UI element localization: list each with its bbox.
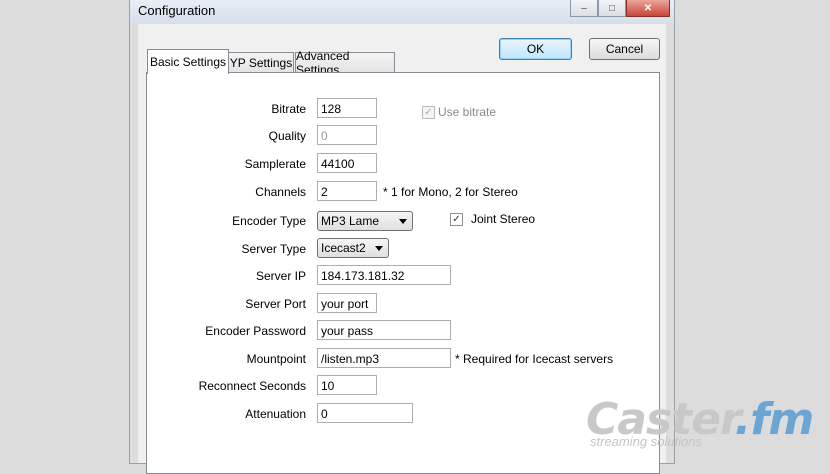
encoder-type-select[interactable]: MP3 Lame (317, 211, 413, 231)
samplerate-label: Samplerate (244, 157, 306, 171)
tab-advanced-settings[interactable]: Advanced Settings (295, 49, 395, 77)
encoder-password-input[interactable]: your pass (317, 320, 451, 340)
use-bitrate-label: Use bitrate (438, 105, 497, 119)
ok-button[interactable]: OK (499, 38, 572, 60)
attenuation-label: Attenuation (245, 407, 306, 421)
joint-stereo-checkbox[interactable]: ✓ (450, 213, 463, 226)
channels-label: Channels (255, 185, 306, 199)
encoder-type-value: MP3 Lame (321, 214, 380, 228)
attenuation-input[interactable]: 0 (317, 403, 413, 423)
tab-basic-settings[interactable]: Basic Settings (147, 49, 229, 74)
logo-tagline: streaming solutions (590, 434, 702, 449)
server-type-label: Server Type (241, 242, 306, 256)
quality-input[interactable]: 0 (317, 125, 377, 145)
title-bar[interactable]: Configuration – □ ✕ (130, 0, 674, 24)
server-type-select[interactable]: Icecast2 (317, 238, 389, 258)
encoder-password-label: Encoder Password (205, 324, 306, 338)
basic-settings-panel: Bitrate 128 ✓ Use bitrate Quality 0 Samp… (146, 72, 660, 474)
channels-note: * 1 for Mono, 2 for Stereo (383, 185, 518, 199)
chevron-down-icon (375, 246, 383, 251)
use-bitrate-checkbox[interactable]: ✓ (422, 106, 435, 119)
server-port-input[interactable]: your port (317, 293, 377, 313)
mountpoint-note: * Required for Icecast servers (455, 352, 614, 366)
maximize-button[interactable]: □ (598, 0, 626, 17)
server-port-label: Server Port (245, 297, 306, 311)
bitrate-label: Bitrate (271, 102, 306, 116)
minimize-button[interactable]: – (570, 0, 598, 17)
encoder-type-label: Encoder Type (232, 214, 306, 228)
mountpoint-input[interactable]: /listen.mp3 (317, 348, 451, 368)
server-ip-label: Server IP (255, 269, 306, 283)
caster-fm-logo: Caster.fm streaming solutions (586, 394, 826, 454)
server-type-value: Icecast2 (321, 241, 366, 255)
tab-yp-settings[interactable]: YP Settings (228, 52, 294, 73)
reconnect-seconds-label: Reconnect Seconds (198, 379, 306, 393)
channels-input[interactable]: 2 (317, 181, 377, 201)
bitrate-input[interactable]: 128 (317, 98, 377, 118)
cancel-button[interactable]: Cancel (589, 38, 660, 60)
quality-label: Quality (268, 129, 306, 143)
reconnect-seconds-input[interactable]: 10 (317, 375, 377, 395)
server-ip-input[interactable]: 184.173.181.32 (317, 265, 451, 285)
samplerate-input[interactable]: 44100 (317, 153, 377, 173)
joint-stereo-label: Joint Stereo (471, 212, 536, 226)
chevron-down-icon (399, 219, 407, 224)
logo-fm-text: .fm (734, 394, 814, 445)
window-title: Configuration (138, 3, 216, 18)
close-button[interactable]: ✕ (626, 0, 670, 17)
caption-buttons: – □ ✕ (570, 0, 670, 17)
mountpoint-label: Mountpoint (246, 352, 306, 366)
